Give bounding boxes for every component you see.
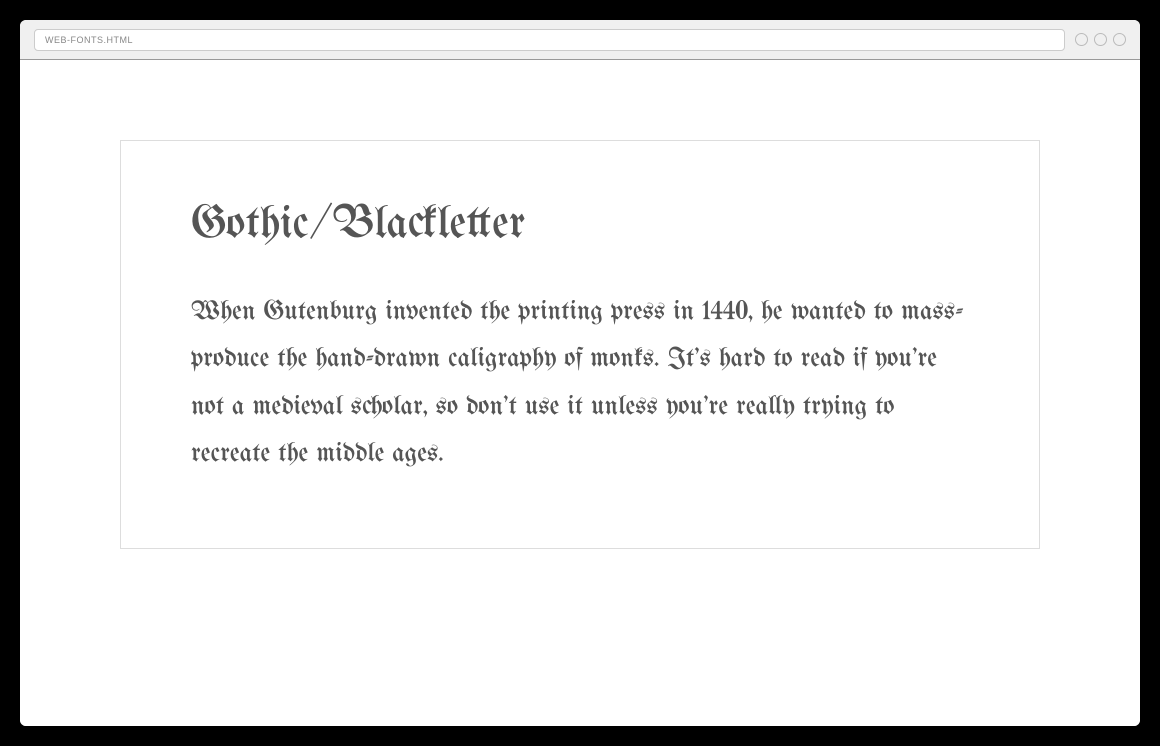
close-icon[interactable] [1113,33,1126,46]
body-paragraph: When Gutenburg invented the printing pre… [191,289,969,478]
page-heading: Gothic/Blackletter [191,201,969,249]
browser-chrome: WEB-FONTS.HTML [20,20,1140,60]
url-text: WEB-FONTS.HTML [45,35,133,45]
content-card: Gothic/Blackletter When Gutenburg invent… [120,140,1040,549]
minimize-icon[interactable] [1075,33,1088,46]
address-bar[interactable]: WEB-FONTS.HTML [34,29,1065,51]
window-controls [1075,33,1126,46]
content-area: Gothic/Blackletter When Gutenburg invent… [20,60,1140,726]
browser-window: WEB-FONTS.HTML Gothic/Blackletter When G… [20,20,1140,726]
maximize-icon[interactable] [1094,33,1107,46]
